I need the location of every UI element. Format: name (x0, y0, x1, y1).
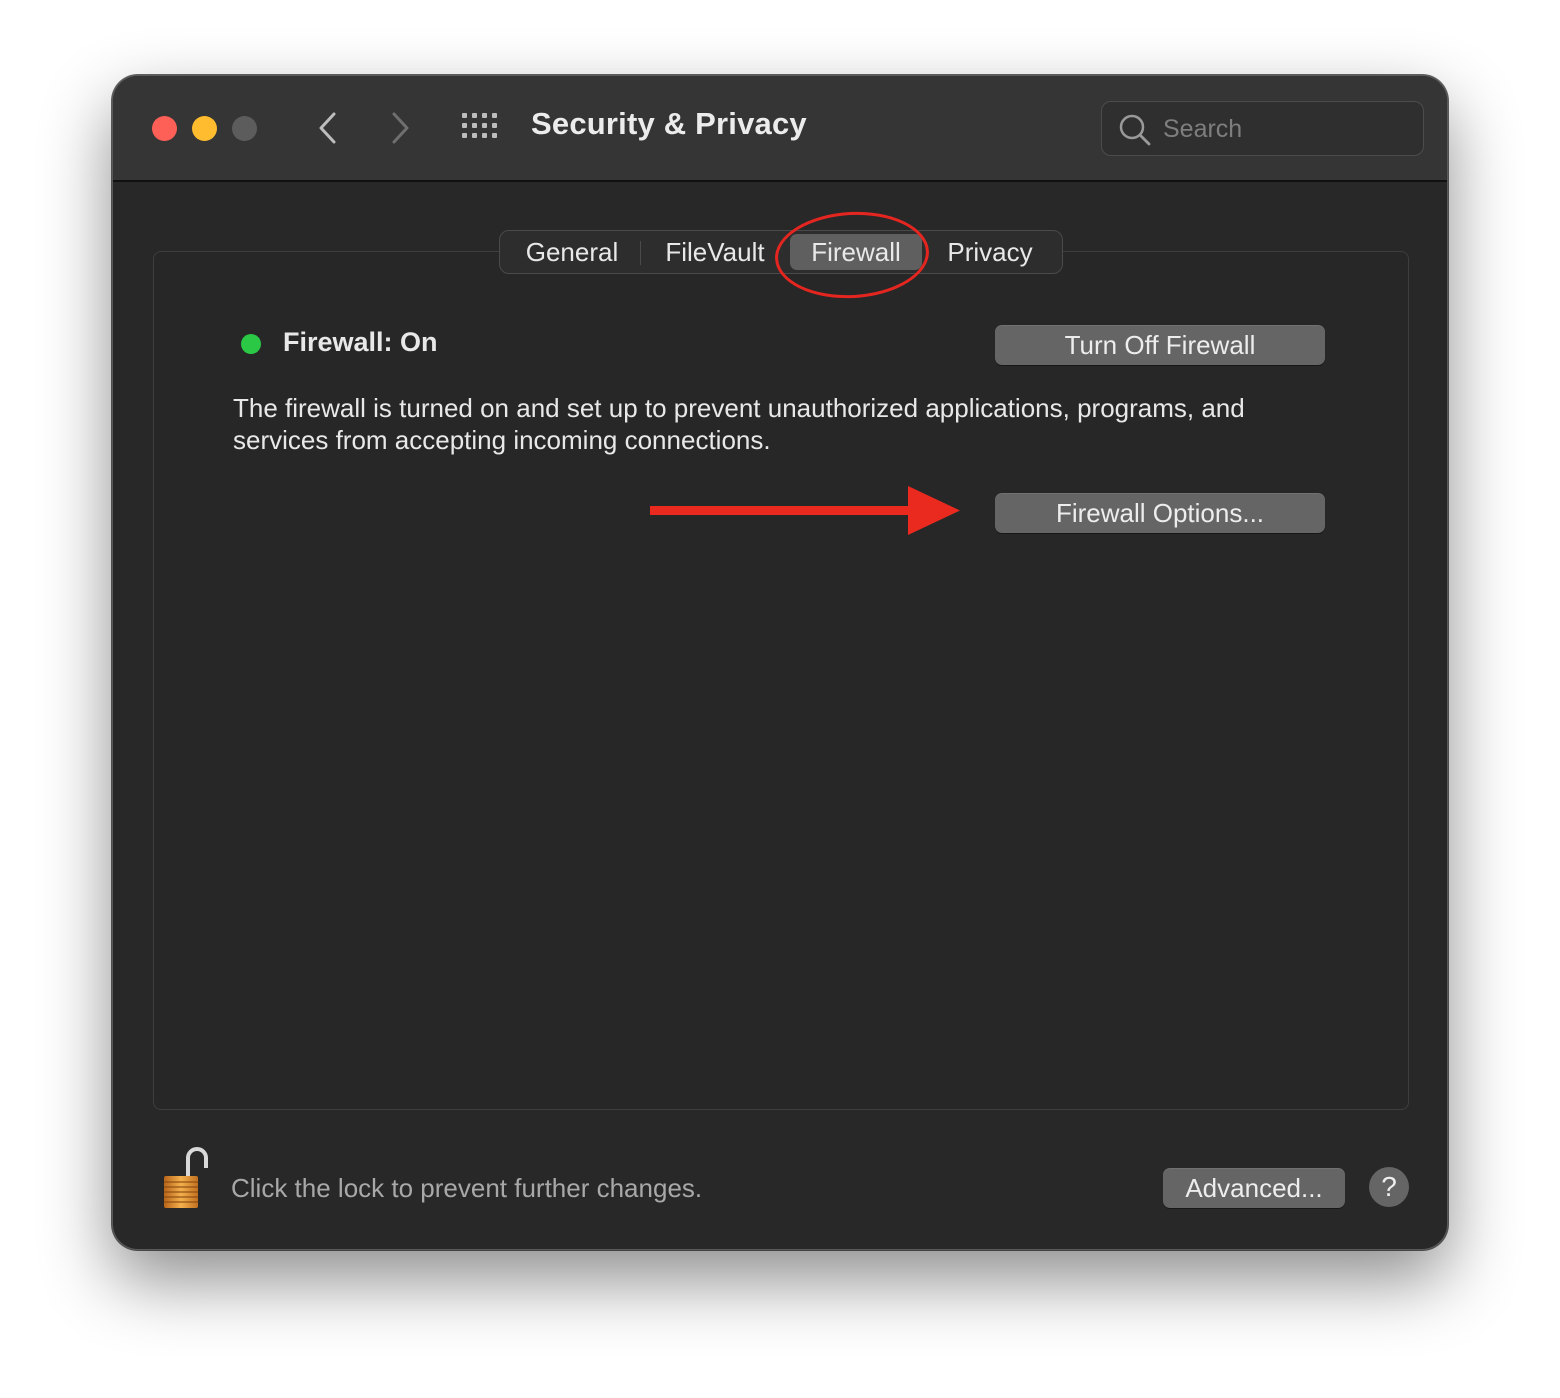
tab-general[interactable]: General (512, 234, 632, 270)
firewall-status-indicator (241, 334, 261, 354)
tab-divider (640, 241, 641, 265)
firewall-status-label: Firewall: On (283, 327, 438, 357)
help-button[interactable]: ? (1369, 1167, 1409, 1207)
search-field[interactable]: Search (1101, 101, 1424, 156)
lock-status-text: Click the lock to prevent further change… (231, 1173, 703, 1203)
tab-filevault[interactable]: FileVault (650, 234, 780, 270)
search-icon (1119, 114, 1151, 146)
window-title: Security & Privacy (531, 106, 807, 141)
chevron-left-icon (319, 112, 336, 144)
search-placeholder: Search (1163, 115, 1243, 143)
tab-content-panel (153, 251, 1409, 1110)
turn-off-firewall-button[interactable]: Turn Off Firewall (995, 325, 1325, 365)
preferences-window: Security & Privacy Search General FileVa… (112, 75, 1448, 1250)
grid-icon (462, 113, 497, 138)
minimize-window-button[interactable] (192, 116, 217, 141)
close-window-button[interactable] (152, 116, 177, 141)
forward-button[interactable] (381, 108, 421, 148)
zoom-window-button[interactable] (232, 116, 257, 141)
show-all-button[interactable] (461, 112, 505, 144)
tab-privacy[interactable]: Privacy (930, 234, 1050, 270)
unlocked-padlock-icon[interactable] (161, 1146, 215, 1212)
back-button[interactable] (307, 108, 347, 148)
title-bar: Security & Privacy Search (113, 76, 1447, 182)
firewall-options-button[interactable]: Firewall Options... (995, 493, 1325, 533)
chevron-right-icon (392, 112, 409, 144)
red-arrow-annotation (650, 486, 960, 535)
firewall-description: The firewall is turned on and set up to … (233, 393, 1245, 455)
advanced-button[interactable]: Advanced... (1163, 1168, 1345, 1208)
